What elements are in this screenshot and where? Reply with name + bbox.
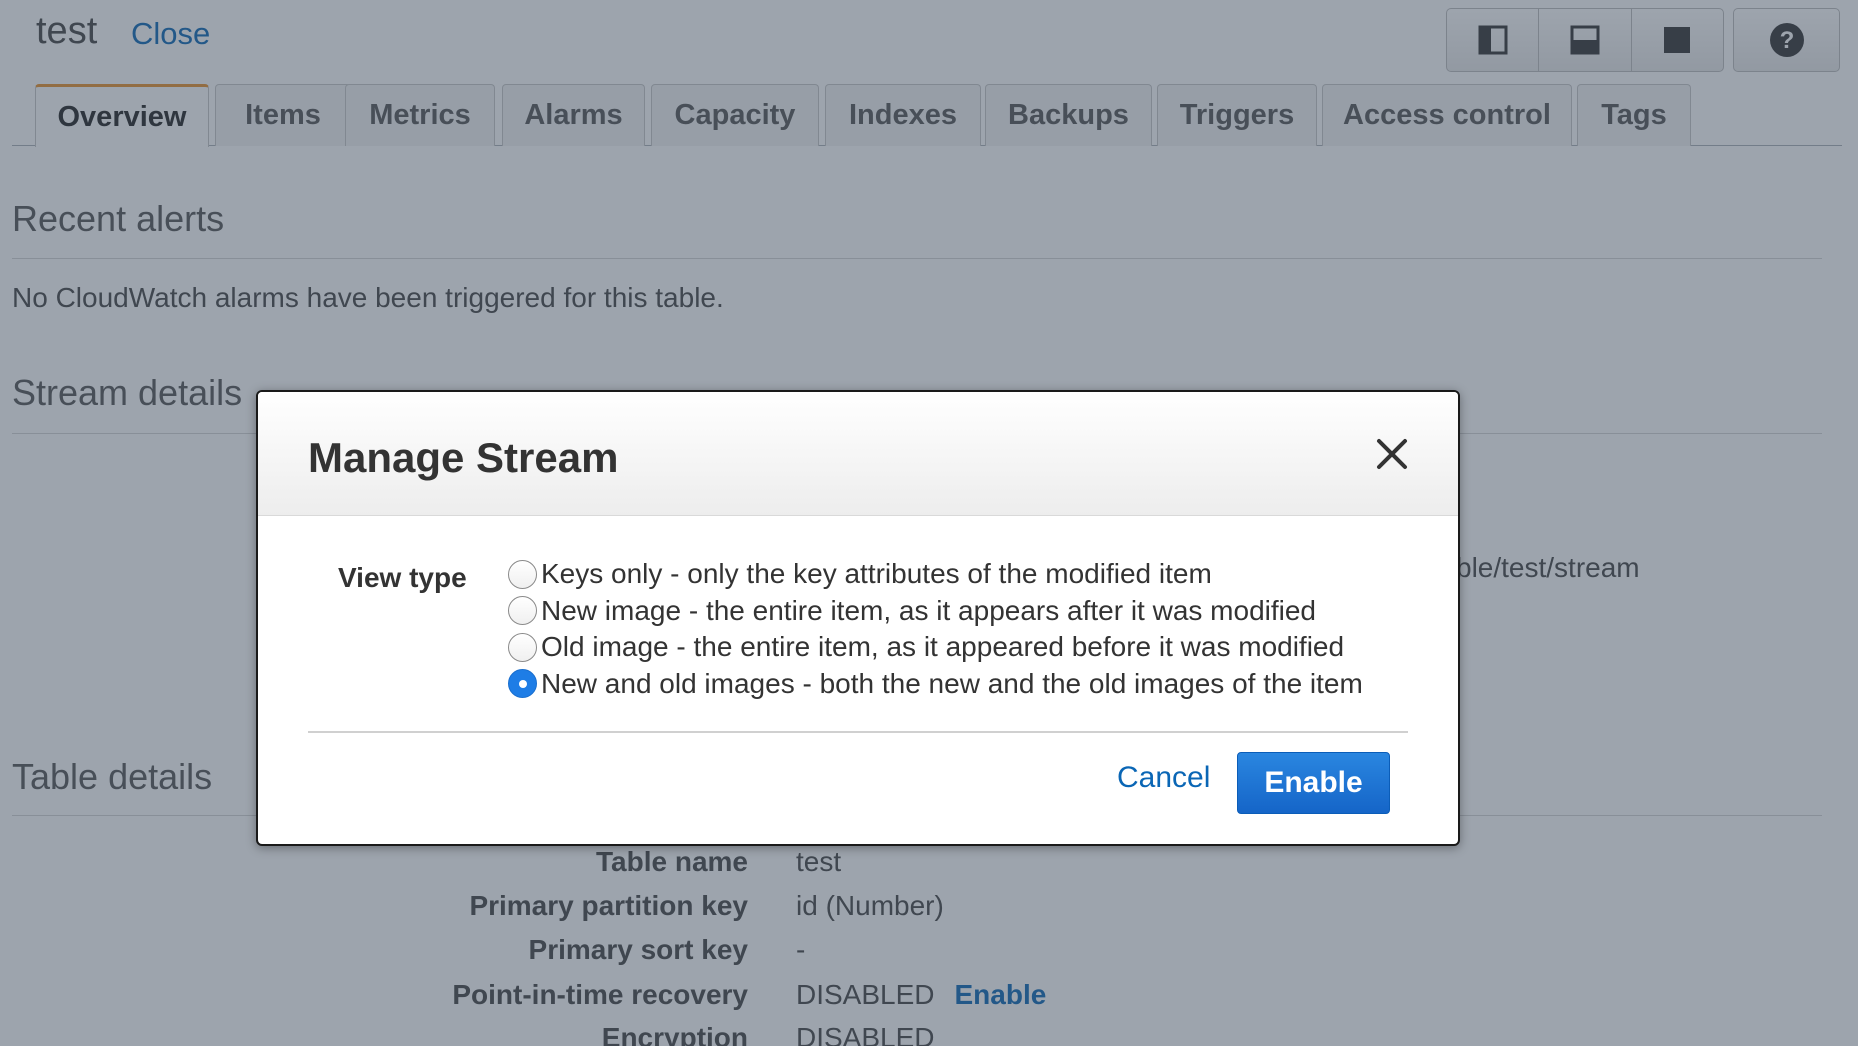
radio-option-new-and-old-images[interactable]: New and old images - both the new and th… bbox=[508, 666, 1363, 703]
radio-label: New image - the entire item, as it appea… bbox=[541, 594, 1317, 626]
enable-button[interactable]: Enable bbox=[1237, 752, 1390, 814]
cancel-button[interactable]: Cancel bbox=[1117, 761, 1210, 795]
dialog-title: Manage Stream bbox=[308, 434, 619, 481]
radio-label: New and old images - both the new and th… bbox=[541, 667, 1363, 699]
radio-option-keys-only[interactable]: Keys only - only the key attributes of t… bbox=[508, 556, 1363, 593]
radio-button-selected[interactable] bbox=[508, 669, 537, 699]
radio-button[interactable] bbox=[508, 632, 537, 662]
radio-label: Old image - the entire item, as it appea… bbox=[541, 631, 1345, 663]
radio-label: Keys only - only the key attributes of t… bbox=[541, 558, 1212, 590]
view-type-radio-group: Keys only - only the key attributes of t… bbox=[508, 556, 1363, 702]
radio-option-new-image[interactable]: New image - the entire item, as it appea… bbox=[508, 593, 1363, 630]
dialog-header: Manage Stream bbox=[258, 392, 1458, 516]
dialog-close-button[interactable] bbox=[1376, 438, 1408, 470]
close-icon bbox=[1377, 439, 1407, 469]
view-type-label: View type bbox=[338, 562, 467, 593]
radio-button[interactable] bbox=[508, 559, 537, 589]
radio-option-old-image[interactable]: Old image - the entire item, as it appea… bbox=[508, 629, 1363, 666]
manage-stream-dialog: Manage Stream View type Keys only - only… bbox=[256, 390, 1460, 846]
dialog-divider bbox=[308, 731, 1408, 733]
radio-button[interactable] bbox=[508, 596, 537, 626]
